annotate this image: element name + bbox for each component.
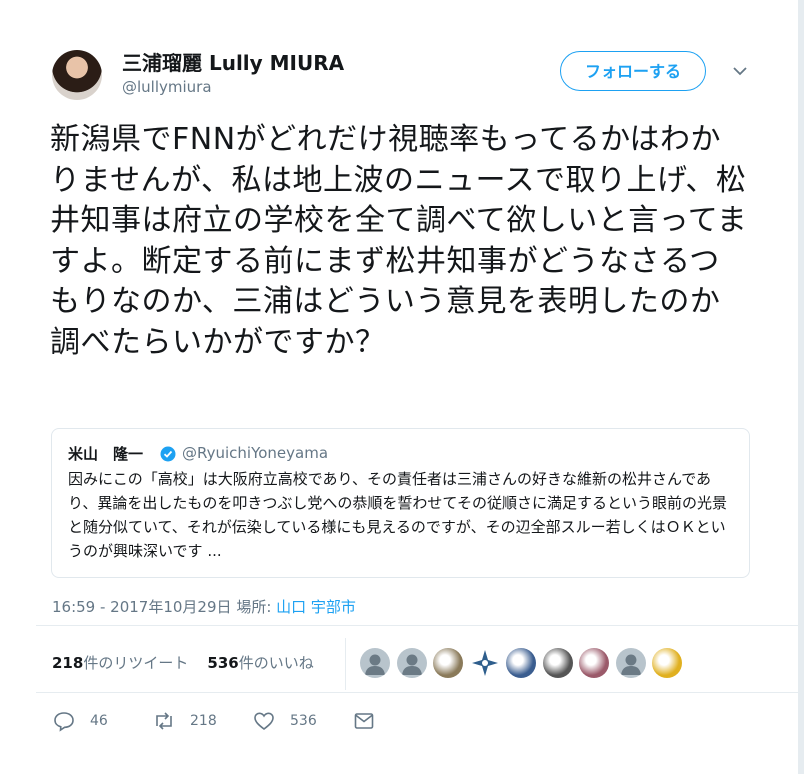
retweets-label: 件のリツイート [83,654,189,672]
photo-avatar-icon[interactable] [433,648,463,678]
reply-action[interactable]: 46 [52,708,108,734]
quoted-tweet-text: 因みにこの「高校」は大阪府立高校であり、その責任者は三浦さんの好きな維新の松井さ… [68,470,727,560]
author-name[interactable]: 三浦瑠麗 Lully MIURA [122,47,344,76]
tweet-metadata: 16:59 - 2017年10月29日 場所: 山口 宇部市 [52,596,356,617]
divider [36,625,798,626]
tweet-timestamp[interactable]: 16:59 - 2017年10月29日 [52,598,232,616]
follow-button[interactable]: フォローする [560,51,706,91]
divider [36,692,798,693]
quoted-author-name: 米山 隆一 [68,445,144,463]
retweet-action[interactable]: 218 [152,708,217,734]
photo-avatar-icon[interactable] [542,648,573,678]
default-avatar-icon[interactable] [396,648,427,678]
envelope-icon [354,713,374,729]
default-avatar-icon[interactable] [360,648,390,678]
photo-avatar-icon[interactable] [506,648,536,678]
chevron-down-icon[interactable] [733,64,747,78]
location-label: 場所: [236,598,272,616]
tweet-text: 新潟県でFNNがどれだけ視聴率もってるかはわかりませんが、私は地上波のニュースで… [50,122,748,360]
photo-avatar-icon[interactable] [652,648,682,678]
tweet-card: 三浦瑠麗 Lully MIURA @lullymiura フォローする 新潟県で… [0,0,798,774]
photo-avatar-icon[interactable] [579,648,609,678]
direct-message-action[interactable] [352,708,390,734]
default-avatar-icon[interactable] [615,648,646,678]
reply-icon [54,712,74,732]
author-avatar[interactable] [52,50,102,100]
tweet-actions: 46 218 536 [52,708,452,734]
likes-count: 536 [207,654,239,672]
like-count: 536 [290,713,317,729]
reply-count: 46 [90,713,108,729]
retweets-count: 218 [52,654,84,672]
retweet-icon [156,712,172,730]
quoted-tweet[interactable]: 米山 隆一 @RyuichiYoneyama 因みにこの「高校」は大阪府立高校で… [51,428,750,578]
compass-avatar-icon[interactable] [469,648,500,678]
stats-separator [345,638,346,690]
like-action[interactable]: 536 [252,708,317,734]
engagement-stats: 218件のリツイート 536件のいいね [52,652,314,673]
retweets-stat[interactable]: 218件のリツイート [52,654,188,672]
location-link[interactable]: 山口 宇部市 [276,598,356,616]
page-background [798,0,804,774]
retweet-count: 218 [190,713,217,729]
verified-badge-icon [160,446,176,462]
heart-icon [254,712,274,731]
likes-label: 件のいいね [238,654,314,672]
author-handle[interactable]: @lullymiura [122,78,212,96]
likes-stat[interactable]: 536件のいいね [207,654,313,672]
quoted-author-handle: @RyuichiYoneyama [182,444,329,462]
